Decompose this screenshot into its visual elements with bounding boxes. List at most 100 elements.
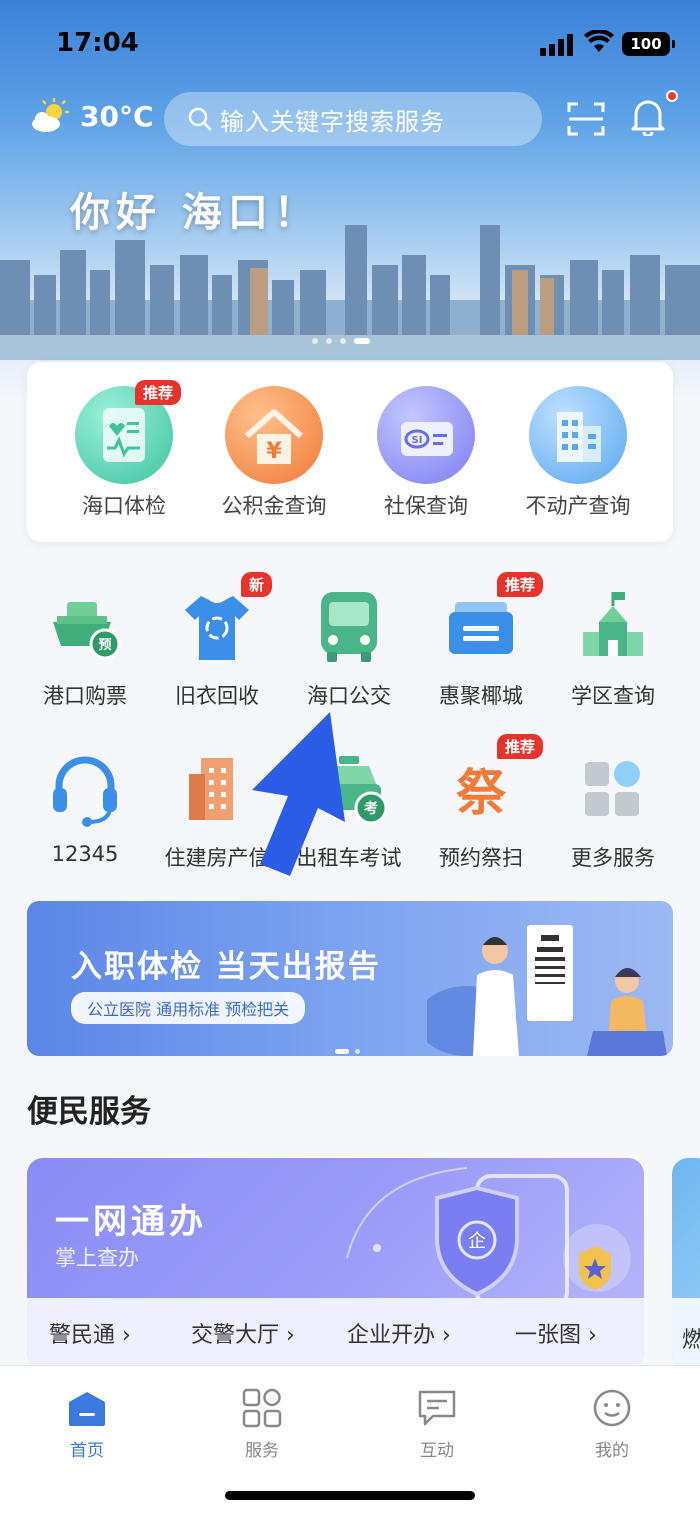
doctor-eye-chart-illustration [427,925,667,1056]
housing-fund-icon: ¥ [225,386,323,484]
grid-item-taxi-exam[interactable]: 考 出租车考试 [283,750,415,872]
notification-bell-icon[interactable] [630,96,666,136]
promo-carousel-indicator [335,1049,360,1054]
recommend-badge: 推荐 [135,380,182,405]
tab-profile[interactable]: 我的 [562,1388,662,1461]
featured-label: 社保查询 [384,494,468,518]
promo-title: 入职体检 当天出报告 [71,949,381,985]
social-security-card-icon: SI [377,386,475,484]
carousel-dot [340,338,346,344]
grid-label: 预约祭扫 [439,846,523,870]
status-bar: 17:04 100 [0,0,700,88]
wifi-icon [584,30,614,52]
promo-tagline: 公立医院 通用标准 预检把关 [71,992,306,1024]
tab-label: 首页 [70,1441,104,1461]
search-bar[interactable]: 输入关键字搜索服务 [164,92,542,146]
tab-label: 服务 [245,1441,279,1461]
clothes-recycle-icon [177,588,257,668]
profile-icon [593,1389,631,1427]
link-business-setup[interactable]: 企业开办 › [347,1317,451,1349]
grid-label: 海口公交 [307,684,391,708]
partly-sunny-icon [32,98,70,132]
tab-label: 我的 [595,1441,629,1461]
link-police-service[interactable]: 警民通 › [49,1317,131,1349]
carousel-dot-active [354,338,370,344]
tab-label: 互动 [420,1441,454,1461]
svg-text:¥: ¥ [266,439,282,464]
grid-label: 惠聚椰城 [439,684,523,708]
app-screen: 17:04 100 30°C 输入关键字搜索服务 你好 海口！ 海口体检 推荐 … [0,0,700,1515]
bus-icon [309,588,389,668]
cellular-signal-icon [540,34,573,56]
search-icon [188,107,212,131]
grid-label: 学区查询 [571,684,655,708]
grid-label: 住建房产信 [164,846,270,870]
grid-label: 12345 [51,842,119,866]
grid-item-clothes-recycle[interactable]: 旧衣回收 新 [151,572,283,710]
residential-building-icon [177,750,257,830]
message-icon [418,1390,456,1426]
grid-item-more-services[interactable]: 更多服务 [547,750,679,872]
link-traffic-police-hall[interactable]: 交警大厅 › [191,1317,295,1349]
header-banner: 17:04 100 30°C 输入关键字搜索服务 你好 海口！ [0,0,700,400]
featured-item-social-security[interactable]: SI 社保查询 [351,386,501,520]
svg-text:预: 预 [98,638,111,653]
grid-item-coupon[interactable]: 惠聚椰城 推荐 [415,572,547,710]
ferry-ticket-icon: 预 [45,588,125,668]
link-one-map[interactable]: 一张图 › [515,1317,597,1349]
grid-item-bus[interactable]: 海口公交 [283,588,415,710]
carousel-dot-active [335,1049,349,1054]
service-card-title: 一网通办 [55,1202,207,1242]
service-quick-links: 警民通 › 交警大厅 › 企业开办 › 一张图 › [27,1298,644,1368]
svg-text:企: 企 [468,1231,486,1252]
tab-services[interactable]: 服务 [212,1388,312,1461]
memorial-icon: 祭 [441,750,521,830]
tab-home[interactable]: 首页 [37,1388,137,1461]
promo-banner[interactable]: 入职体检 当天出报告 公立医院 通用标准 预检把关 [27,901,673,1056]
building-icon [529,386,627,484]
home-indicator[interactable] [225,1491,475,1500]
carousel-indicator [312,338,370,344]
weather-widget[interactable]: 30°C [30,98,154,134]
featured-item-health-check[interactable]: 海口体检 推荐 [49,380,199,520]
carousel-dot [312,338,318,344]
scan-icon[interactable] [566,100,606,138]
shield-phone-illustration: 企 [346,1167,631,1298]
notification-dot [666,90,678,102]
featured-item-real-estate[interactable]: 不动产查询 [503,386,653,520]
grid-item-port-ticket[interactable]: 预 港口购票 [19,588,151,710]
status-time: 17:04 [56,28,139,58]
battery-icon: 100 [622,32,675,56]
coupon-icon [441,588,521,668]
grid-label: 旧衣回收 [175,684,259,708]
grid-item-school-district[interactable]: 学区查询 [547,588,679,710]
grid-item-memorial-booking[interactable]: 祭 预约祭扫 推荐 [415,734,547,872]
service-card-subtitle: 掌上查办 [55,1246,139,1270]
grid-item-housing-info[interactable]: 住建房产信 [151,750,283,872]
next-card-link-text: 燃 [682,1328,700,1353]
carousel-dot [355,1049,360,1054]
greeting-text: 你好 海口！ [70,190,320,236]
grid-label: 出租车考试 [296,846,402,870]
recommend-badge: 推荐 [497,572,544,597]
featured-item-housing-fund[interactable]: ¥ 公积金查询 [199,386,349,520]
home-icon [69,1392,105,1426]
more-services-icon [573,750,653,830]
taxi-exam-icon: 考 [309,750,389,830]
grid-item-12345-hotline[interactable]: 12345 [19,750,151,866]
svg-text:SI: SI [412,435,423,446]
grid-label: 港口购票 [43,684,127,708]
one-stop-service-card[interactable]: 企 一网通办 掌上查办 警民通 › 交警大厅 › 企业开办 › 一张图 › [27,1158,644,1368]
school-icon [573,588,653,668]
tab-interact[interactable]: 互动 [387,1388,487,1461]
featured-label: 海口体检 [82,494,166,518]
grid-label: 更多服务 [571,846,655,870]
grid-icon [242,1388,282,1428]
headset-icon [45,750,125,830]
new-badge: 新 [241,572,273,597]
recommend-badge: 推荐 [497,734,544,759]
featured-label: 公积金查询 [221,494,327,518]
section-title: 便民服务 [27,1094,151,1130]
temperature-label: 30°C [80,99,154,133]
svg-text:考: 考 [364,800,378,817]
